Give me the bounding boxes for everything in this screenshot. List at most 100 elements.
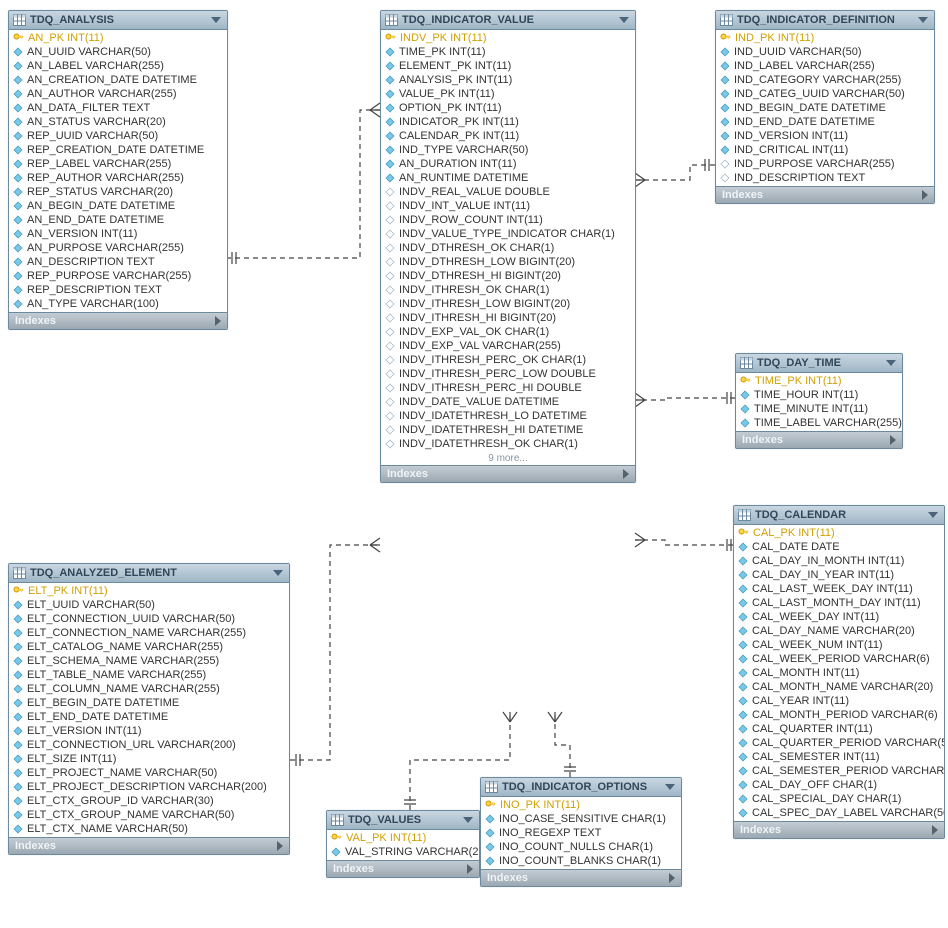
column-row[interactable]: INO_COUNT_BLANKS CHAR(1): [481, 854, 681, 868]
indexes-footer[interactable]: Indexes: [716, 186, 934, 203]
column-row[interactable]: AN_END_DATE DATETIME: [9, 213, 227, 227]
column-row[interactable]: OPTION_PK INT(11): [381, 101, 635, 115]
column-row[interactable]: CAL_DAY_OFF CHAR(1): [734, 778, 944, 792]
column-row[interactable]: IND_BEGIN_DATE DATETIME: [716, 101, 934, 115]
column-row[interactable]: ELT_SIZE INT(11): [9, 752, 289, 766]
column-row[interactable]: IND_END_DATE DATETIME: [716, 115, 934, 129]
column-row[interactable]: REP_LABEL VARCHAR(255): [9, 157, 227, 171]
column-row[interactable]: INDV_REAL_VALUE DOUBLE: [381, 185, 635, 199]
column-row[interactable]: ELT_PROJECT_DESCRIPTION VARCHAR(200): [9, 780, 289, 794]
column-row[interactable]: INDV_DATE_VALUE DATETIME: [381, 395, 635, 409]
column-row[interactable]: IND_LABEL VARCHAR(255): [716, 59, 934, 73]
table-tdq-day-time[interactable]: TDQ_DAY_TIMETIME_PK INT(11)TIME_HOUR INT…: [735, 353, 903, 449]
column-row[interactable]: CAL_SPECIAL_DAY CHAR(1): [734, 792, 944, 806]
column-row[interactable]: AN_BEGIN_DATE DATETIME: [9, 199, 227, 213]
column-row[interactable]: INDV_IDATETHRESH_HI DATETIME: [381, 423, 635, 437]
chevron-right-icon[interactable]: [277, 841, 283, 851]
column-row[interactable]: IND_PK INT(11): [716, 31, 934, 45]
column-row[interactable]: AN_VERSION INT(11): [9, 227, 227, 241]
column-row[interactable]: AN_AUTHOR VARCHAR(255): [9, 87, 227, 101]
chevron-down-icon[interactable]: [273, 570, 283, 576]
column-row[interactable]: ELT_CATALOG_NAME VARCHAR(255): [9, 640, 289, 654]
table-header[interactable]: TDQ_ANALYZED_ELEMENT: [9, 564, 289, 583]
column-row[interactable]: VAL_STRING VARCHAR(255): [327, 845, 479, 859]
column-row[interactable]: ELT_CONNECTION_NAME VARCHAR(255): [9, 626, 289, 640]
column-row[interactable]: ELT_CTX_NAME VARCHAR(50): [9, 822, 289, 836]
column-row[interactable]: CALENDAR_PK INT(11): [381, 129, 635, 143]
column-row[interactable]: INO_CASE_SENSITIVE CHAR(1): [481, 812, 681, 826]
column-row[interactable]: ELT_END_DATE DATETIME: [9, 710, 289, 724]
column-row[interactable]: ELT_COLUMN_NAME VARCHAR(255): [9, 682, 289, 696]
indexes-footer[interactable]: Indexes: [9, 312, 227, 329]
chevron-down-icon[interactable]: [665, 784, 675, 790]
column-row[interactable]: REP_STATUS VARCHAR(20): [9, 185, 227, 199]
chevron-down-icon[interactable]: [918, 17, 928, 23]
column-row[interactable]: TIME_MINUTE INT(11): [736, 402, 902, 416]
column-row[interactable]: AN_DURATION INT(11): [381, 157, 635, 171]
column-row[interactable]: IND_PURPOSE VARCHAR(255): [716, 157, 934, 171]
chevron-down-icon[interactable]: [928, 512, 938, 518]
column-row[interactable]: CAL_WEEK_PERIOD VARCHAR(6): [734, 652, 944, 666]
column-row[interactable]: REP_UUID VARCHAR(50): [9, 129, 227, 143]
column-row[interactable]: INDV_ITHRESH_HI BIGINT(20): [381, 311, 635, 325]
column-row[interactable]: REP_CREATION_DATE DATETIME: [9, 143, 227, 157]
chevron-right-icon[interactable]: [623, 469, 629, 479]
column-row[interactable]: AN_DESCRIPTION TEXT: [9, 255, 227, 269]
table-header[interactable]: TDQ_INDICATOR_DEFINITION: [716, 11, 934, 30]
column-row[interactable]: ELT_CONNECTION_URL VARCHAR(200): [9, 738, 289, 752]
column-row[interactable]: IND_CATEG_UUID VARCHAR(50): [716, 87, 934, 101]
column-row[interactable]: CAL_SPEC_DAY_LABEL VARCHAR(50): [734, 806, 944, 820]
column-row[interactable]: ELT_UUID VARCHAR(50): [9, 598, 289, 612]
column-row[interactable]: CAL_SEMESTER INT(11): [734, 750, 944, 764]
column-row[interactable]: INDV_INT_VALUE INT(11): [381, 199, 635, 213]
column-row[interactable]: REP_DESCRIPTION TEXT: [9, 283, 227, 297]
column-row[interactable]: AN_LABEL VARCHAR(255): [9, 59, 227, 73]
column-row[interactable]: CAL_MONTH INT(11): [734, 666, 944, 680]
indexes-footer[interactable]: Indexes: [734, 821, 944, 838]
chevron-down-icon[interactable]: [886, 360, 896, 366]
column-row[interactable]: REP_PURPOSE VARCHAR(255): [9, 269, 227, 283]
column-row[interactable]: CAL_WEEK_DAY INT(11): [734, 610, 944, 624]
indexes-footer[interactable]: Indexes: [381, 465, 635, 482]
column-row[interactable]: ELEMENT_PK INT(11): [381, 59, 635, 73]
column-row[interactable]: INDV_IDATETHRESH_LO DATETIME: [381, 409, 635, 423]
table-header[interactable]: TDQ_VALUES: [327, 811, 479, 830]
column-row[interactable]: CAL_LAST_MONTH_DAY INT(11): [734, 596, 944, 610]
column-row[interactable]: IND_CATEGORY VARCHAR(255): [716, 73, 934, 87]
column-row[interactable]: INDV_EXP_VAL VARCHAR(255): [381, 339, 635, 353]
column-row[interactable]: INDV_IDATETHRESH_OK CHAR(1): [381, 437, 635, 451]
column-row[interactable]: INDV_PK INT(11): [381, 31, 635, 45]
column-row[interactable]: INDV_ITHRESH_PERC_LOW DOUBLE: [381, 367, 635, 381]
table-tdq-indicator-options[interactable]: TDQ_INDICATOR_OPTIONSINO_PK INT(11)INO_C…: [480, 777, 682, 887]
column-row[interactable]: AN_TYPE VARCHAR(100): [9, 297, 227, 311]
table-header[interactable]: TDQ_INDICATOR_VALUE: [381, 11, 635, 30]
table-header[interactable]: TDQ_DAY_TIME: [736, 354, 902, 373]
indexes-footer[interactable]: Indexes: [481, 869, 681, 886]
column-row[interactable]: CAL_QUARTER_PERIOD VARCHAR(5): [734, 736, 944, 750]
column-row[interactable]: CAL_PK INT(11): [734, 526, 944, 540]
table-tdq-calendar[interactable]: TDQ_CALENDARCAL_PK INT(11)CAL_DATE DATEC…: [733, 505, 945, 839]
column-row[interactable]: CAL_DAY_IN_MONTH INT(11): [734, 554, 944, 568]
chevron-down-icon[interactable]: [463, 817, 473, 823]
column-row[interactable]: ELT_VERSION INT(11): [9, 724, 289, 738]
table-tdq-indicator-definition[interactable]: TDQ_INDICATOR_DEFINITIONIND_PK INT(11) IN…: [715, 10, 935, 204]
column-row[interactable]: IND_CRITICAL INT(11): [716, 143, 934, 157]
column-row[interactable]: TIME_LABEL VARCHAR(255): [736, 416, 902, 430]
column-row[interactable]: INO_REGEXP TEXT: [481, 826, 681, 840]
indexes-footer[interactable]: Indexes: [327, 860, 479, 877]
column-row[interactable]: INDV_ROW_COUNT INT(11): [381, 213, 635, 227]
column-row[interactable]: ELT_CTX_GROUP_NAME VARCHAR(50): [9, 808, 289, 822]
column-row[interactable]: AN_DATA_FILTER TEXT: [9, 101, 227, 115]
column-row[interactable]: TIME_HOUR INT(11): [736, 388, 902, 402]
column-row[interactable]: INDV_DTHRESH_HI BIGINT(20): [381, 269, 635, 283]
indexes-footer[interactable]: Indexes: [9, 837, 289, 854]
column-row[interactable]: INDV_ITHRESH_OK CHAR(1): [381, 283, 635, 297]
column-row[interactable]: INDV_DTHRESH_OK CHAR(1): [381, 241, 635, 255]
column-row[interactable]: IND_TYPE VARCHAR(50): [381, 143, 635, 157]
table-header[interactable]: TDQ_ANALYSIS: [9, 11, 227, 30]
column-row[interactable]: CAL_DATE DATE: [734, 540, 944, 554]
chevron-right-icon[interactable]: [215, 316, 221, 326]
column-row[interactable]: ELT_PK INT(11): [9, 584, 289, 598]
column-row[interactable]: TIME_PK INT(11): [736, 374, 902, 388]
column-row[interactable]: INDV_ITHRESH_PERC_HI DOUBLE: [381, 381, 635, 395]
